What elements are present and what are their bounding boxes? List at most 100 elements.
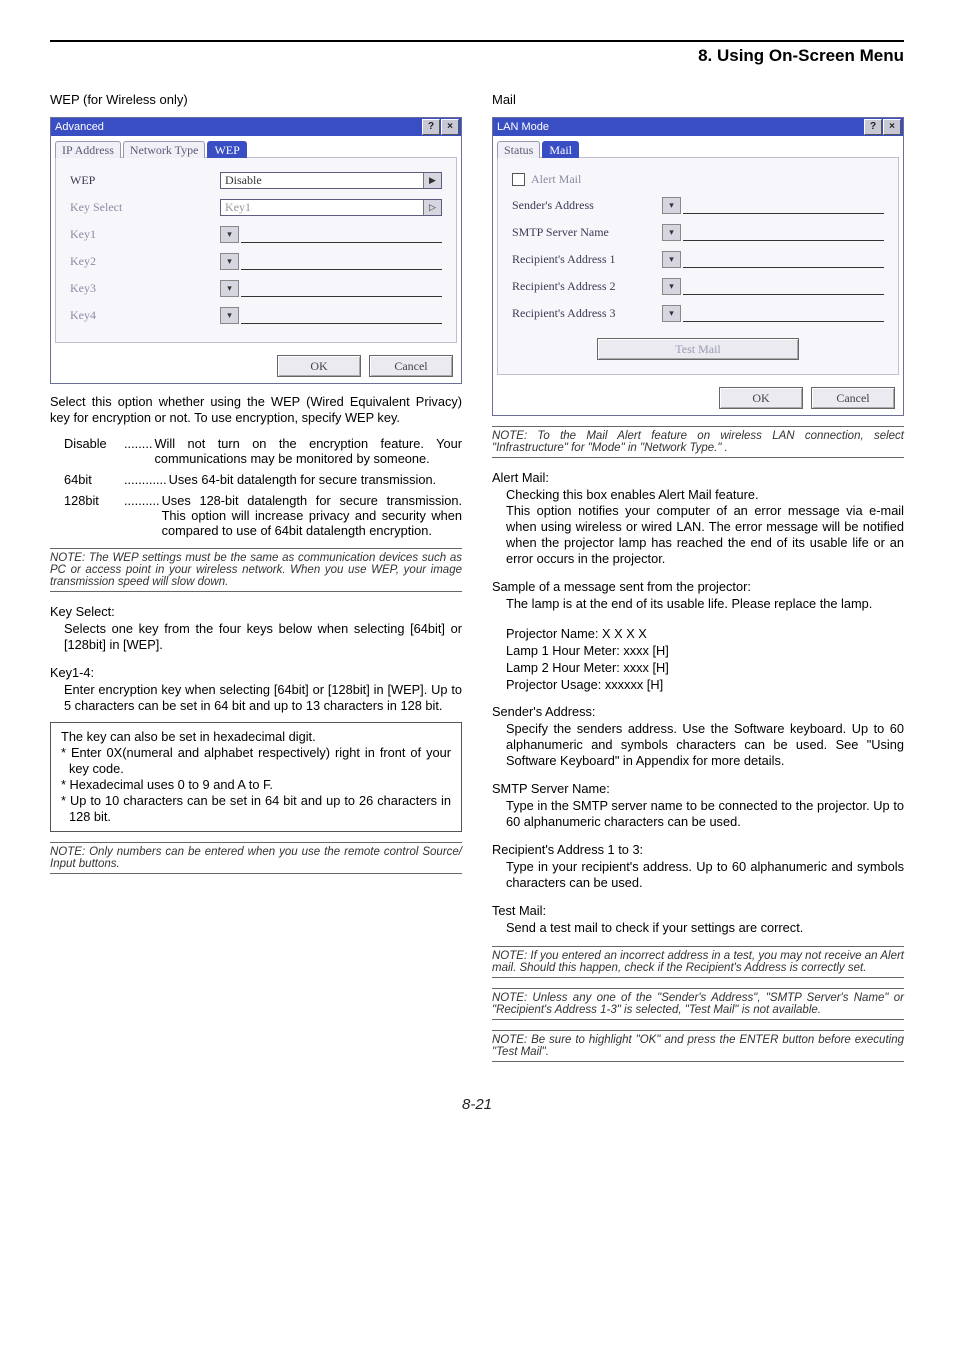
dialog-titlebar: Advanced ? ×	[51, 118, 461, 136]
recipient3-input[interactable]	[683, 306, 884, 322]
key-select-dropdown[interactable]: Key1 ▷	[220, 199, 442, 216]
keyboard-icon[interactable]: ▾	[662, 278, 681, 295]
key3-label: Key3	[70, 281, 220, 296]
advanced-dialog: Advanced ? × IP Address Network Type WEP…	[50, 117, 462, 384]
cancel-button[interactable]: Cancel	[369, 355, 453, 377]
keyboard-icon[interactable]: ▾	[220, 253, 239, 270]
wep-dropdown[interactable]: Disable ▶	[220, 172, 442, 189]
key1-label: Key1	[70, 227, 220, 242]
ok-button[interactable]: OK	[277, 355, 361, 377]
key2-input[interactable]	[241, 254, 442, 270]
note-remote: NOTE: Only numbers can be entered when y…	[50, 842, 462, 874]
test-mail-body: Send a test mail to check if your settin…	[492, 920, 904, 936]
recipient2-label: Recipient's Address 2	[512, 279, 662, 294]
tab-strip: IP Address Network Type WEP	[55, 140, 461, 157]
keyboard-icon[interactable]: ▾	[220, 280, 239, 297]
hex-line2: * Enter 0X(numeral and alphabet respecti…	[61, 745, 451, 777]
sender-label: Sender's Address	[512, 198, 662, 213]
ok-button[interactable]: OK	[719, 387, 803, 409]
sample-usage: Projector Usage: xxxxxx [H]	[506, 677, 904, 692]
chevron-right-icon: ▶	[423, 173, 441, 188]
keyboard-icon[interactable]: ▾	[220, 226, 239, 243]
sample-lamp2: Lamp 2 Hour Meter: xxxx [H]	[506, 660, 904, 675]
recipient1-label: Recipient's Address 1	[512, 252, 662, 267]
key-select-row: Key Select Key1 ▷	[70, 199, 442, 216]
sender-input[interactable]	[683, 198, 884, 214]
page-number: 8-21	[50, 1096, 904, 1113]
wep-heading: WEP (for Wireless only)	[50, 92, 462, 107]
sample-body: The lamp is at the end of its usable lif…	[492, 596, 904, 612]
dialog-titlebar: LAN Mode ? ×	[493, 118, 903, 136]
recipient1-row: Recipient's Address 1 ▾	[512, 251, 884, 268]
keyboard-icon[interactable]: ▾	[662, 251, 681, 268]
cancel-button[interactable]: Cancel	[811, 387, 895, 409]
tab-body: Alert Mail Sender's Address ▾ SMTP Serve…	[497, 157, 899, 375]
sender-row: Sender's Address ▾	[512, 197, 884, 214]
help-icon[interactable]: ?	[864, 119, 882, 135]
key4-input[interactable]	[241, 308, 442, 324]
sample-heading: Sample of a message sent from the projec…	[492, 579, 904, 594]
key2-row: Key2 ▾	[70, 253, 442, 270]
tab-network-type[interactable]: Network Type	[123, 141, 206, 158]
key1-row: Key1 ▾	[70, 226, 442, 243]
key-select-label: Key Select	[70, 200, 220, 215]
key1-input[interactable]	[241, 227, 442, 243]
tab-ip-address[interactable]: IP Address	[55, 141, 121, 158]
alert-mail-heading: Alert Mail:	[492, 470, 904, 485]
wep-intro: Select this option whether using the WEP…	[50, 394, 462, 426]
sample-projector-name: Projector Name: X X X X	[506, 626, 904, 641]
smtp-heading: SMTP Server Name:	[492, 781, 904, 796]
mail-heading: Mail	[492, 92, 904, 107]
tab-wep[interactable]: WEP	[207, 141, 246, 158]
note-test-2: NOTE: Unless any one of the "Sender's Ad…	[492, 988, 904, 1020]
alert-mail-checkbox[interactable]	[512, 173, 525, 186]
dialog-title: Advanced	[53, 121, 421, 133]
hex-box: The key can also be set in hexadecimal d…	[50, 722, 462, 832]
hex-line4: * Up to 10 characters can be set in 64 b…	[61, 793, 451, 825]
dialog-buttons: OK Cancel	[51, 349, 461, 383]
key1-4-heading: Key1-4:	[50, 665, 462, 680]
test-mail-button[interactable]: Test Mail	[597, 338, 799, 360]
keyboard-icon[interactable]: ▾	[662, 197, 681, 214]
hex-line3: * Hexadecimal uses 0 to 9 and A to F.	[61, 777, 451, 793]
alert-mail-label: Alert Mail	[531, 172, 581, 187]
key-select-body: Selects one key from the four keys below…	[50, 621, 462, 653]
recipient1-input[interactable]	[683, 252, 884, 268]
smtp-body: Type in the SMTP server name to be conne…	[492, 798, 904, 830]
close-icon[interactable]: ×	[441, 119, 459, 135]
help-icon[interactable]: ?	[422, 119, 440, 135]
item-128bit: 128bit .......... Uses 128-bit datalengt…	[64, 493, 462, 538]
alert-mail-row: Alert Mail	[512, 172, 884, 187]
sender-heading: Sender's Address:	[492, 704, 904, 719]
page-header: 8. Using On-Screen Menu	[50, 40, 904, 70]
close-icon[interactable]: ×	[883, 119, 901, 135]
smtp-input[interactable]	[683, 225, 884, 241]
test-mail-heading: Test Mail:	[492, 903, 904, 918]
item-disable: Disable ........ Will not turn on the en…	[64, 436, 462, 466]
tab-strip: Status Mail	[497, 140, 903, 157]
key2-label: Key2	[70, 254, 220, 269]
recipient2-row: Recipient's Address 2 ▾	[512, 278, 884, 295]
test-button-row: Test Mail	[512, 332, 884, 366]
sender-body: Specify the senders address. Use the Sof…	[492, 721, 904, 769]
keyboard-icon[interactable]: ▾	[662, 224, 681, 241]
chapter-title: 8. Using On-Screen Menu	[698, 42, 904, 66]
wep-value: Disable	[221, 173, 423, 188]
tab-body: WEP Disable ▶ Key Select Key1 ▷	[55, 157, 457, 343]
recipient2-input[interactable]	[683, 279, 884, 295]
recipient3-row: Recipient's Address 3 ▾	[512, 305, 884, 322]
key3-input[interactable]	[241, 281, 442, 297]
item-64bit: 64bit ............ Uses 64-bit datalengt…	[64, 472, 462, 487]
recipient-body: Type in your recipient's address. Up to …	[492, 859, 904, 891]
tab-mail[interactable]: Mail	[542, 141, 579, 158]
note-test-1: NOTE: If you entered an incorrect addres…	[492, 946, 904, 978]
keyboard-icon[interactable]: ▾	[220, 307, 239, 324]
keyboard-icon[interactable]: ▾	[662, 305, 681, 322]
wep-label: WEP	[70, 173, 220, 188]
key-select-value: Key1	[221, 200, 423, 215]
tab-status[interactable]: Status	[497, 141, 540, 158]
key-select-heading: Key Select:	[50, 604, 462, 619]
chevron-right-icon: ▷	[423, 200, 441, 215]
dialog-buttons: OK Cancel	[493, 381, 903, 415]
dialog-title: LAN Mode	[495, 121, 863, 133]
